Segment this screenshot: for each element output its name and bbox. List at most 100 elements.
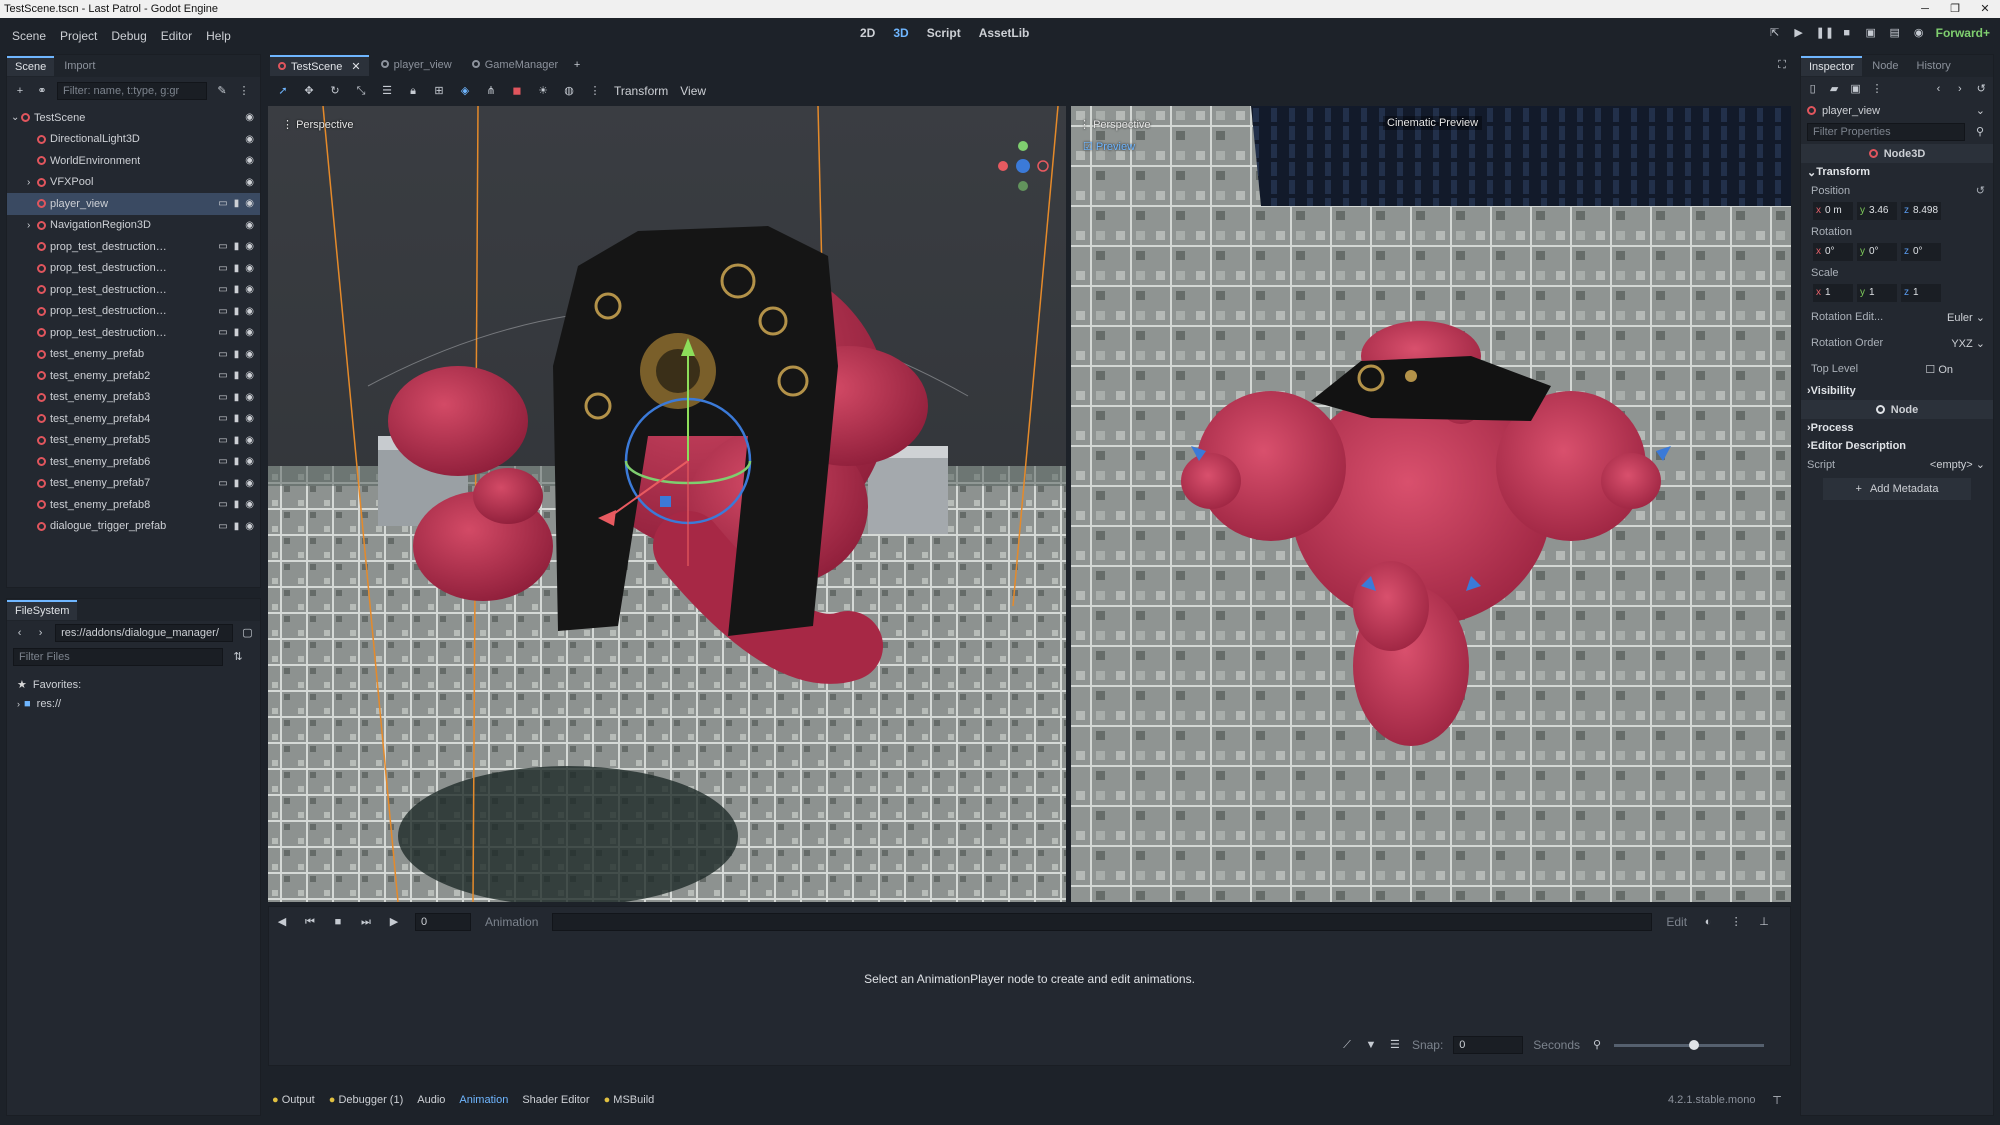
res-folder-item[interactable]: › ■ res:// <box>7 694 260 713</box>
script-attached-icon[interactable]: ▮ <box>234 435 240 446</box>
script-attached-icon[interactable]: ▮ <box>234 241 240 252</box>
menu-help[interactable]: Help <box>206 29 231 43</box>
filesystem-path-input[interactable]: res://addons/dialogue_manager/ <box>55 624 233 642</box>
visibility-eye-icon[interactable]: ◉ <box>245 413 254 424</box>
scene-tree-row[interactable]: prop_test_destruction_pre... ▭ ▮ ◉ <box>7 258 260 280</box>
position-z-field[interactable]: z 8.498 <box>1901 202 1941 220</box>
scene-tree-row[interactable]: dialogue_trigger_prefab ▭ ▮ ◉ <box>7 516 260 538</box>
script-attached-icon[interactable]: ▮ <box>234 456 240 467</box>
filesystem-filter-input[interactable]: Filter Files <box>13 648 223 666</box>
distraction-free-icon[interactable]: ⛶ <box>1775 58 1789 72</box>
script-attached-icon[interactable]: ▮ <box>234 478 240 489</box>
scene-tree-row[interactable]: prop_test_destruction_pre... ▭ ▮ ◉ <box>7 279 260 301</box>
scene-tree-row[interactable]: DirectionalLight3D ◉ <box>7 129 260 151</box>
select-tool-icon[interactable]: ➚ <box>276 84 290 98</box>
filter-icon[interactable]: ▼ <box>1364 1038 1378 1052</box>
more-options-icon[interactable]: ⋮ <box>588 84 602 98</box>
tab-history[interactable]: History <box>1909 57 1959 75</box>
open-resource-icon[interactable]: ▰ <box>1828 82 1839 96</box>
script-attached-icon[interactable]: ▮ <box>234 370 240 381</box>
expand-arrow-icon[interactable]: ⌄ <box>11 112 21 123</box>
editor-tab[interactable]: TestScene ✕ <box>270 54 369 76</box>
animation-select[interactable] <box>552 913 1653 931</box>
open-in-editor-icon[interactable]: ▭ <box>218 435 227 446</box>
maximize-icon[interactable]: ❐ <box>1940 0 1970 18</box>
visibility-eye-icon[interactable]: ◉ <box>245 327 254 338</box>
scene-tree-row[interactable]: prop_test_destruction_pre... ▭ ▮ ◉ <box>7 322 260 344</box>
renderer-select[interactable]: Forward+ <box>1936 26 1990 40</box>
scene-tree-row[interactable]: test_enemy_prefab4 ▭ ▮ ◉ <box>7 408 260 430</box>
tab-import[interactable]: Import <box>56 57 103 75</box>
visibility-eye-icon[interactable]: ◉ <box>245 155 254 166</box>
close-tab-icon[interactable]: ✕ <box>348 61 360 73</box>
group-icon[interactable]: ⊞ <box>432 84 446 98</box>
script-attached-icon[interactable]: ▮ <box>234 198 240 209</box>
menu-editor[interactable]: Editor <box>161 29 192 43</box>
stop-anim-icon[interactable]: ■ <box>331 915 345 929</box>
bottom-tab[interactable]: ● Debugger (1) <box>329 1094 404 1106</box>
pause-icon[interactable]: ❚❚ <box>1816 26 1834 40</box>
open-in-editor-icon[interactable]: ▭ <box>218 499 227 510</box>
open-in-editor-icon[interactable]: ▭ <box>218 413 227 424</box>
visibility-eye-icon[interactable]: ◉ <box>245 456 254 467</box>
open-in-editor-icon[interactable]: ▭ <box>218 241 227 252</box>
scene-tree-row[interactable]: › NavigationRegion3D ◉ <box>7 215 260 237</box>
snap-icon[interactable]: ⋔ <box>484 84 498 98</box>
view-menu[interactable]: View <box>680 84 706 98</box>
move-tool-icon[interactable]: ✥ <box>302 84 316 98</box>
history-forward-icon[interactable]: › <box>1954 82 1965 96</box>
editor-tab[interactable]: player_view <box>373 56 460 74</box>
script-select[interactable]: <empty> ⌄ <box>1930 458 1985 471</box>
sun-icon[interactable]: ☀ <box>536 84 550 98</box>
viewport-right[interactable]: ⋮ Perspective ☑ Preview Cinematic Previe… <box>1071 106 1791 902</box>
tab-inspector[interactable]: Inspector <box>1801 56 1863 76</box>
rotate-tool-icon[interactable]: ↻ <box>328 84 342 98</box>
script-attached-icon[interactable]: ▮ <box>234 413 240 424</box>
workspace-2d[interactable]: 2D <box>860 26 875 40</box>
visibility-eye-icon[interactable]: ◉ <box>245 499 254 510</box>
bottom-tab[interactable]: Shader Editor <box>522 1094 589 1106</box>
script-attached-icon[interactable]: ▮ <box>234 263 240 274</box>
workspace-assetlib[interactable]: AssetLib <box>979 26 1030 40</box>
add-metadata-button[interactable]: + Add Metadata <box>1823 478 1971 500</box>
stop-icon[interactable]: ■ <box>1840 26 1854 40</box>
scene-tree-row[interactable]: prop_test_destruction_pre... ▭ ▮ ◉ <box>7 236 260 258</box>
scene-tree-row[interactable]: › VFXPool ◉ <box>7 172 260 194</box>
open-in-editor-icon[interactable]: ▭ <box>218 263 227 274</box>
scale-z-field[interactable]: z1 <box>1901 284 1941 302</box>
open-in-editor-icon[interactable]: ▭ <box>218 306 227 317</box>
scene-tree-row[interactable]: test_enemy_prefab7 ▭ ▮ ◉ <box>7 473 260 495</box>
inspected-object[interactable]: player_view ⌄ <box>1801 101 1993 120</box>
transform-menu[interactable]: Transform <box>614 84 668 98</box>
scene-tree-row[interactable]: test_enemy_prefab2 ▭ ▮ ◉ <box>7 365 260 387</box>
open-in-editor-icon[interactable]: ▭ <box>218 349 227 360</box>
remote-debug-icon[interactable]: ⇱ <box>1768 26 1782 40</box>
visibility-eye-icon[interactable]: ◉ <box>245 478 254 489</box>
rotation-y-field[interactable]: y 0° <box>1857 243 1897 261</box>
zoom-slider[interactable] <box>1614 1039 1764 1050</box>
anim-more-icon[interactable]: ⋮ <box>1729 915 1743 929</box>
play-backwards-icon[interactable]: ◀ <box>275 915 289 929</box>
menu-scene[interactable]: Scene <box>12 29 46 43</box>
camera-icon[interactable]: ◼ <box>510 84 524 98</box>
environment-icon[interactable]: ◍ <box>562 84 576 98</box>
process-section[interactable]: › Process <box>1801 419 1993 437</box>
lock-icon[interactable]: 🔒︎ <box>406 84 420 98</box>
viewport-left-perspective[interactable]: ⋮ Perspective <box>282 118 354 131</box>
rotation-edit-select[interactable]: Euler ⌄ <box>1947 311 1985 324</box>
top-level-checkbox[interactable]: ☐ On <box>1925 363 1953 376</box>
bottom-tab[interactable]: Animation <box>459 1094 508 1106</box>
scene-tree-row[interactable]: test_enemy_prefab6 ▭ ▮ ◉ <box>7 451 260 473</box>
visibility-eye-icon[interactable]: ◉ <box>245 349 254 360</box>
visibility-eye-icon[interactable]: ◉ <box>245 241 254 252</box>
rotation-order-select[interactable]: YXZ ⌄ <box>1951 337 1985 350</box>
play-icon[interactable]: ▶ <box>1792 26 1806 40</box>
open-in-editor-icon[interactable]: ▭ <box>218 370 227 381</box>
open-in-editor-icon[interactable]: ▭ <box>218 456 227 467</box>
filter-properties-input[interactable]: Filter Properties <box>1807 123 1966 141</box>
position-y-field[interactable]: y 3.46 <box>1857 202 1897 220</box>
bottom-tab[interactable]: ● Output <box>272 1094 315 1106</box>
visibility-eye-icon[interactable]: ◉ <box>245 177 254 188</box>
scene-tree-row[interactable]: ⌄ TestScene ◉ <box>7 107 260 129</box>
expand-bottom-icon[interactable]: ⊤ <box>1770 1094 1784 1108</box>
